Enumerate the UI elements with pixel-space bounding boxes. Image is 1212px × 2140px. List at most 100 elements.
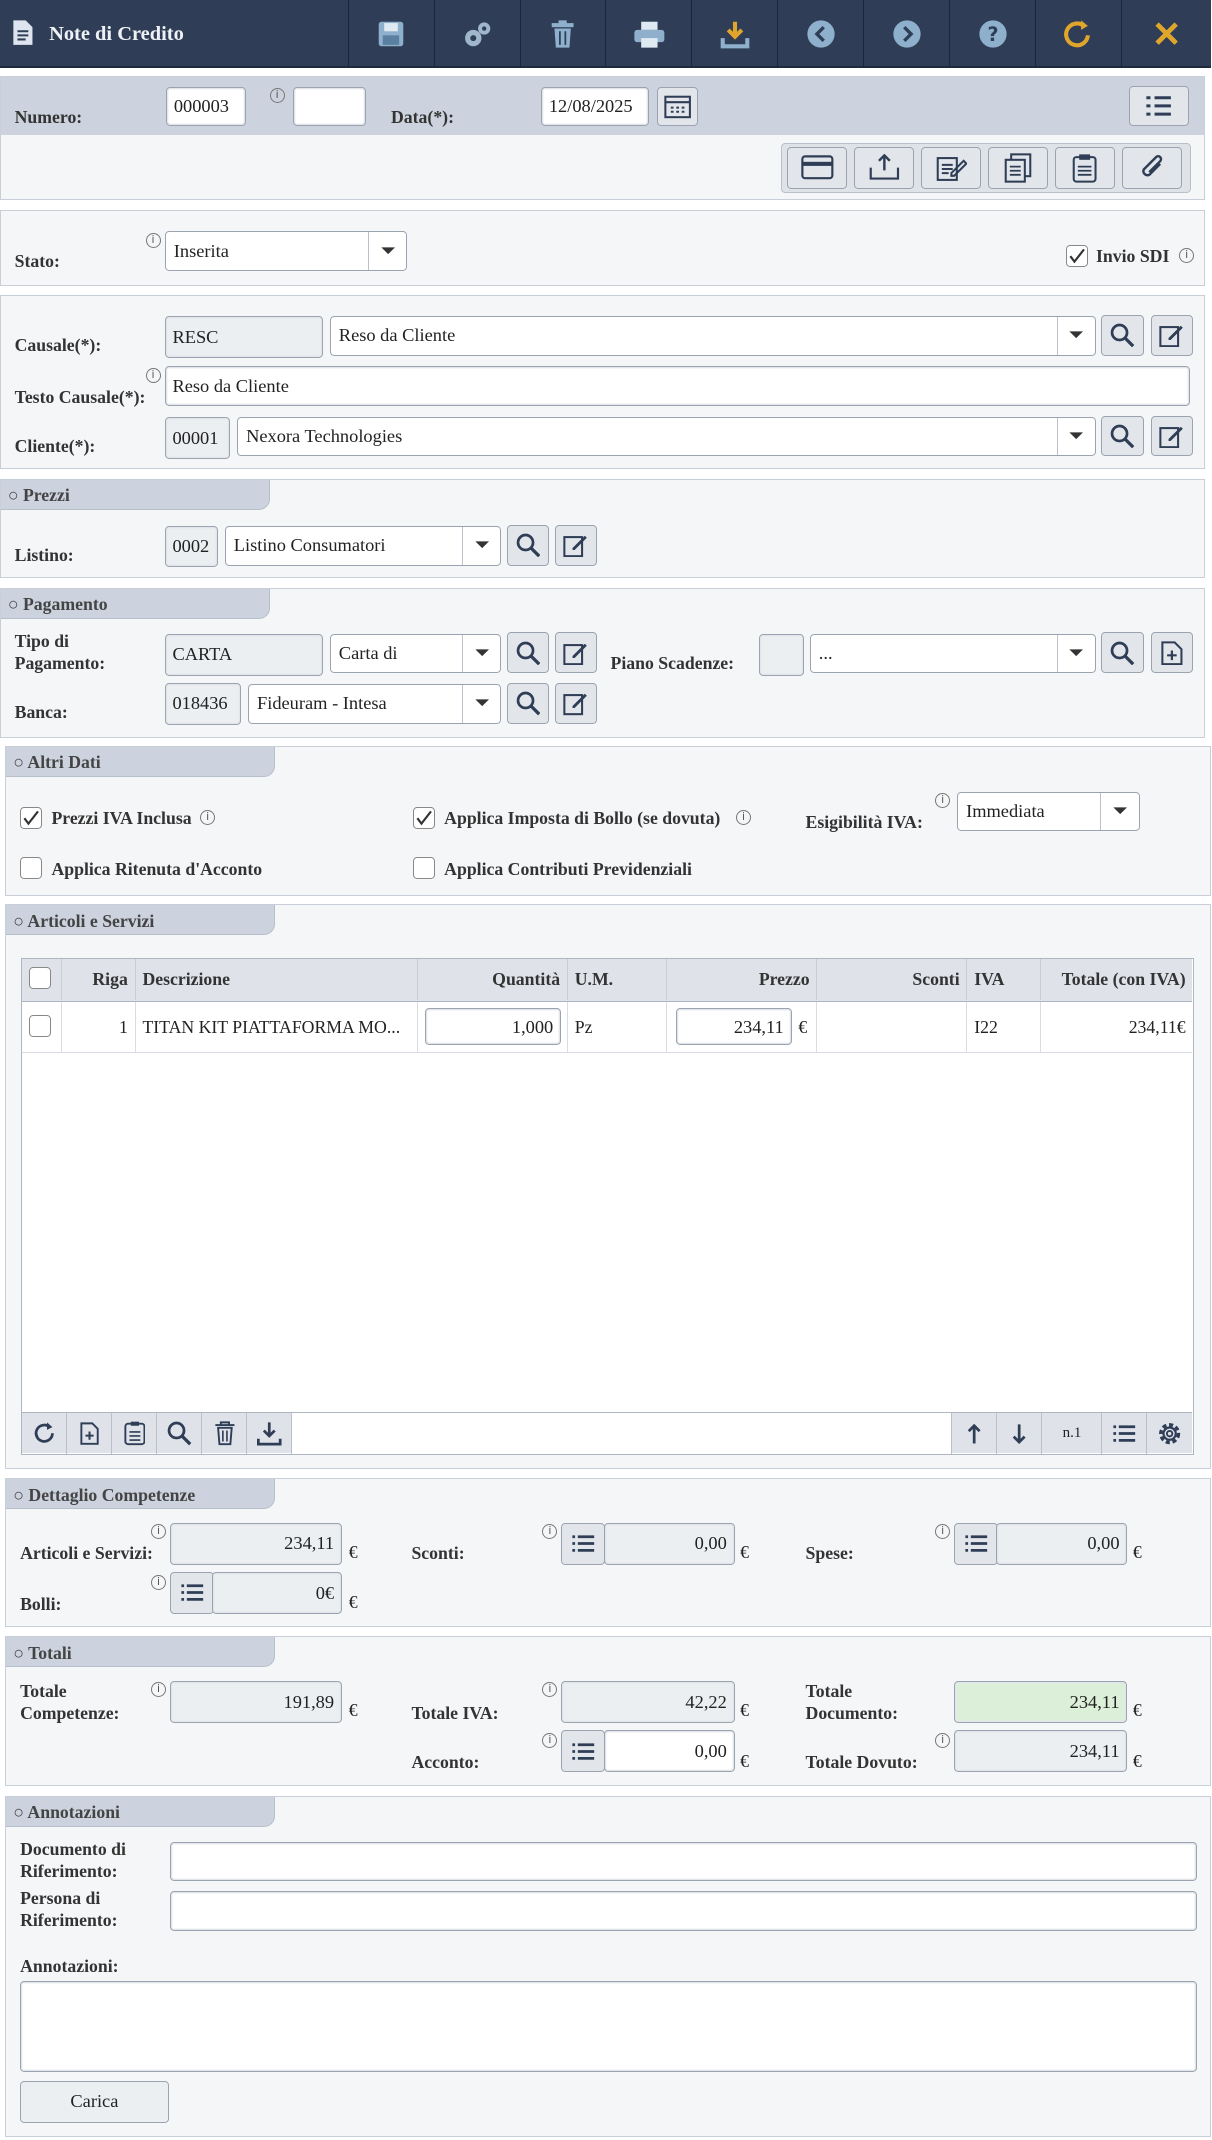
date-input[interactable]: 12/08/2025 <box>541 86 649 127</box>
cliente-code-input[interactable]: 00001 <box>164 416 231 460</box>
previous-button[interactable] <box>777 0 863 69</box>
prezzo-input[interactable]: 234,11 <box>675 1008 792 1046</box>
col-descrizione[interactable]: Descrizione <box>136 959 418 1001</box>
chevron-down-icon[interactable] <box>1056 634 1095 673</box>
edit-document-button[interactable] <box>921 146 982 189</box>
chevron-down-icon[interactable] <box>368 232 406 270</box>
grid-search-button[interactable] <box>157 1412 203 1454</box>
upload-button[interactable] <box>854 146 915 189</box>
esigibilita-select[interactable]: Immediata <box>956 791 1140 832</box>
banca-code-input[interactable]: 018436 <box>164 682 241 726</box>
tipo-search-button[interactable] <box>506 632 550 674</box>
next-button[interactable] <box>863 0 949 69</box>
annotazioni-textarea[interactable] <box>20 1980 1197 2073</box>
col-um[interactable]: U.M. <box>568 959 668 1001</box>
testo-causale-input[interactable]: Reso da Cliente <box>164 366 1191 406</box>
col-iva[interactable]: IVA <box>967 959 1042 1001</box>
piano-scadenze-select[interactable]: ... <box>809 633 1096 674</box>
chevron-down-icon[interactable] <box>462 634 500 673</box>
causale-select[interactable]: Reso da Cliente <box>329 315 1096 356</box>
acconto-list-button[interactable] <box>561 1730 606 1773</box>
row-iva[interactable]: I22 <box>967 1001 1042 1052</box>
carica-button[interactable]: Carica <box>20 2080 169 2123</box>
chevron-down-icon[interactable] <box>462 685 500 723</box>
download-button[interactable] <box>691 0 777 69</box>
contributi-checkbox[interactable] <box>412 857 435 880</box>
ritenuta-checkbox[interactable] <box>20 857 42 880</box>
copy-button[interactable] <box>987 146 1048 189</box>
grid-refresh-button[interactable] <box>22 1412 68 1454</box>
listino-code-input[interactable]: 0002 <box>164 525 218 567</box>
col-sconti[interactable]: Sconti <box>817 959 968 1001</box>
move-down-button[interactable] <box>997 1412 1043 1454</box>
calendar-button[interactable] <box>656 86 698 127</box>
piano-code-input[interactable] <box>759 633 805 676</box>
annotazioni-section-title[interactable]: ○ Annotazioni <box>6 1796 276 1827</box>
print-button[interactable] <box>605 0 691 69</box>
totali-section-title[interactable]: ○ Totali <box>6 1637 276 1668</box>
numero-suffix-input[interactable] <box>292 86 367 127</box>
articoli-section-title[interactable]: ○ Articoli e Servizi <box>6 905 276 936</box>
cliente-search-button[interactable] <box>1101 415 1144 457</box>
banca-select[interactable]: Fideuram - Intesa <box>247 684 502 724</box>
tipo-pagamento-code-input[interactable]: CARTA <box>164 633 323 676</box>
bollo-checkbox[interactable] <box>412 806 435 829</box>
persona-riferimento-input[interactable] <box>170 1890 1197 1931</box>
select-all-checkbox[interactable] <box>29 967 52 990</box>
col-prezzo[interactable]: Prezzo <box>667 959 818 1001</box>
grid-download-button[interactable] <box>247 1412 293 1454</box>
grid-add-button[interactable] <box>67 1412 113 1454</box>
causale-code-input[interactable]: RESC <box>164 315 323 359</box>
cliente-select[interactable]: Nexora Technologies <box>236 416 1096 457</box>
spese-list-button[interactable] <box>954 1522 998 1566</box>
row-checkbox[interactable] <box>29 1015 52 1037</box>
sconti-list-button[interactable] <box>561 1522 606 1566</box>
settings-button[interactable] <box>433 0 520 69</box>
row-sconti[interactable] <box>817 1001 968 1052</box>
close-button[interactable] <box>1120 0 1211 69</box>
chevron-down-icon[interactable] <box>1056 316 1095 355</box>
cliente-edit-button[interactable] <box>1150 415 1193 457</box>
card-payment-button[interactable] <box>787 146 848 189</box>
dettaglio-section-title[interactable]: ○ Dettaglio Competenze <box>6 1479 276 1510</box>
grid-delete-button[interactable] <box>202 1412 248 1454</box>
quantita-input[interactable]: 1,000 <box>424 1008 562 1046</box>
move-up-button[interactable] <box>952 1412 998 1454</box>
listino-select[interactable]: Listino Consumatori <box>224 525 502 566</box>
invio-sdi-checkbox[interactable] <box>1066 245 1088 267</box>
tipo-pagamento-select[interactable]: Carta di <box>329 633 502 674</box>
prezzi-iva-checkbox[interactable] <box>20 806 42 829</box>
banca-edit-button[interactable] <box>554 682 597 724</box>
grid-clipboard-button[interactable] <box>112 1412 158 1454</box>
altri-dati-section-title[interactable]: ○ Altri Dati <box>6 746 276 777</box>
stato-select[interactable]: Inserita <box>164 231 408 271</box>
delete-button[interactable] <box>519 0 606 69</box>
col-riga[interactable]: Riga <box>62 959 136 1001</box>
grid-settings-button[interactable] <box>1147 1413 1192 1454</box>
banca-search-button[interactable] <box>506 682 550 724</box>
chevron-down-icon[interactable] <box>1056 417 1095 456</box>
listino-search-button[interactable] <box>506 524 550 566</box>
bolli-list-button[interactable] <box>170 1571 214 1615</box>
clipboard-button[interactable] <box>1054 146 1115 189</box>
tipo-edit-button[interactable] <box>554 632 597 674</box>
attachment-button[interactable] <box>1121 146 1182 189</box>
chevron-down-icon[interactable] <box>462 526 500 565</box>
numero-input[interactable]: 000003 <box>166 86 247 127</box>
grid-list-button[interactable] <box>1102 1412 1148 1454</box>
chevron-down-icon[interactable] <box>1100 792 1138 831</box>
save-button[interactable] <box>347 0 434 69</box>
prezzi-section-title[interactable]: ○ Prezzi <box>1 479 270 510</box>
col-quantita[interactable]: Quantità <box>418 959 568 1001</box>
refresh-button[interactable] <box>1035 0 1121 69</box>
listino-edit-button[interactable] <box>554 524 597 566</box>
help-button[interactable]: ? <box>949 0 1035 69</box>
list-menu-button[interactable] <box>1128 85 1189 127</box>
acconto-input[interactable]: 0,00 <box>603 1730 735 1773</box>
causale-edit-button[interactable] <box>1150 314 1193 356</box>
piano-search-button[interactable] <box>1101 632 1144 674</box>
causale-search-button[interactable] <box>1101 314 1144 356</box>
documento-riferimento-input[interactable] <box>170 1841 1197 1882</box>
piano-add-button[interactable] <box>1150 632 1193 674</box>
col-totale[interactable]: Totale (con IVA) <box>1041 959 1192 1000</box>
